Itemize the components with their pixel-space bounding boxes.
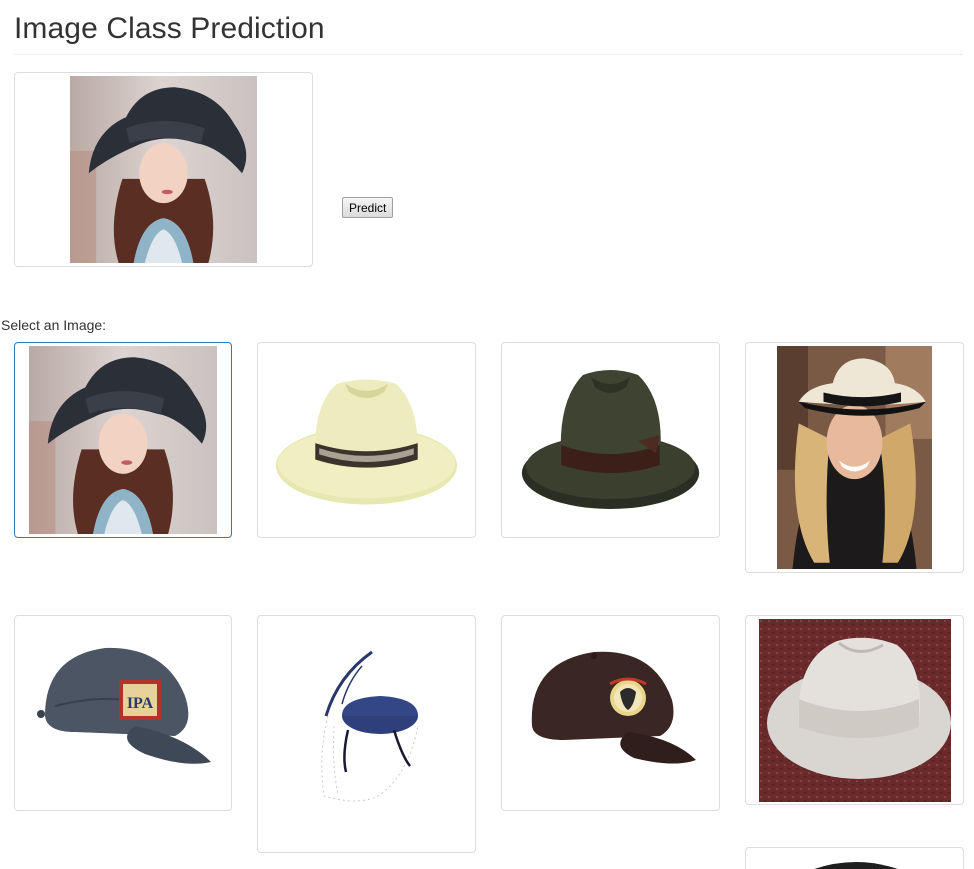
gallery-image xyxy=(759,619,951,802)
preview-image-frame xyxy=(14,72,313,267)
gallery-image xyxy=(786,852,926,869)
svg-text:IPA: IPA xyxy=(127,695,154,712)
gallery-image xyxy=(524,640,699,790)
title-divider xyxy=(14,54,963,55)
gallery-image: IPA xyxy=(35,636,215,786)
gallery-item-brown-cap[interactable] xyxy=(501,615,720,811)
gallery-image xyxy=(777,346,932,569)
gallery-image xyxy=(512,361,709,521)
gallery-image xyxy=(29,346,217,534)
gallery-item-blonde-woman-panama-hat[interactable] xyxy=(745,342,964,573)
select-image-label: Select an Image: xyxy=(1,317,107,333)
preview-image xyxy=(70,76,257,263)
page-title: Image Class Prediction xyxy=(14,12,325,45)
gallery-image xyxy=(298,646,438,816)
gallery-item-black-hat[interactable] xyxy=(745,847,964,869)
predict-button[interactable]: Predict xyxy=(342,197,394,218)
gallery-item-gray-ipa-cap[interactable]: IPA xyxy=(14,615,232,811)
gallery-item-white-straw-hat[interactable] xyxy=(745,615,964,805)
gallery-item-woman-wide-brim-hat[interactable] xyxy=(14,342,232,538)
gallery-item-dark-fedora[interactable] xyxy=(501,342,720,538)
page: Image Class Prediction Predict Select an… xyxy=(0,0,974,869)
gallery-item-navy-fascinator[interactable] xyxy=(257,615,476,853)
gallery-item-cream-fedora[interactable] xyxy=(257,342,476,538)
gallery-image xyxy=(268,353,465,527)
